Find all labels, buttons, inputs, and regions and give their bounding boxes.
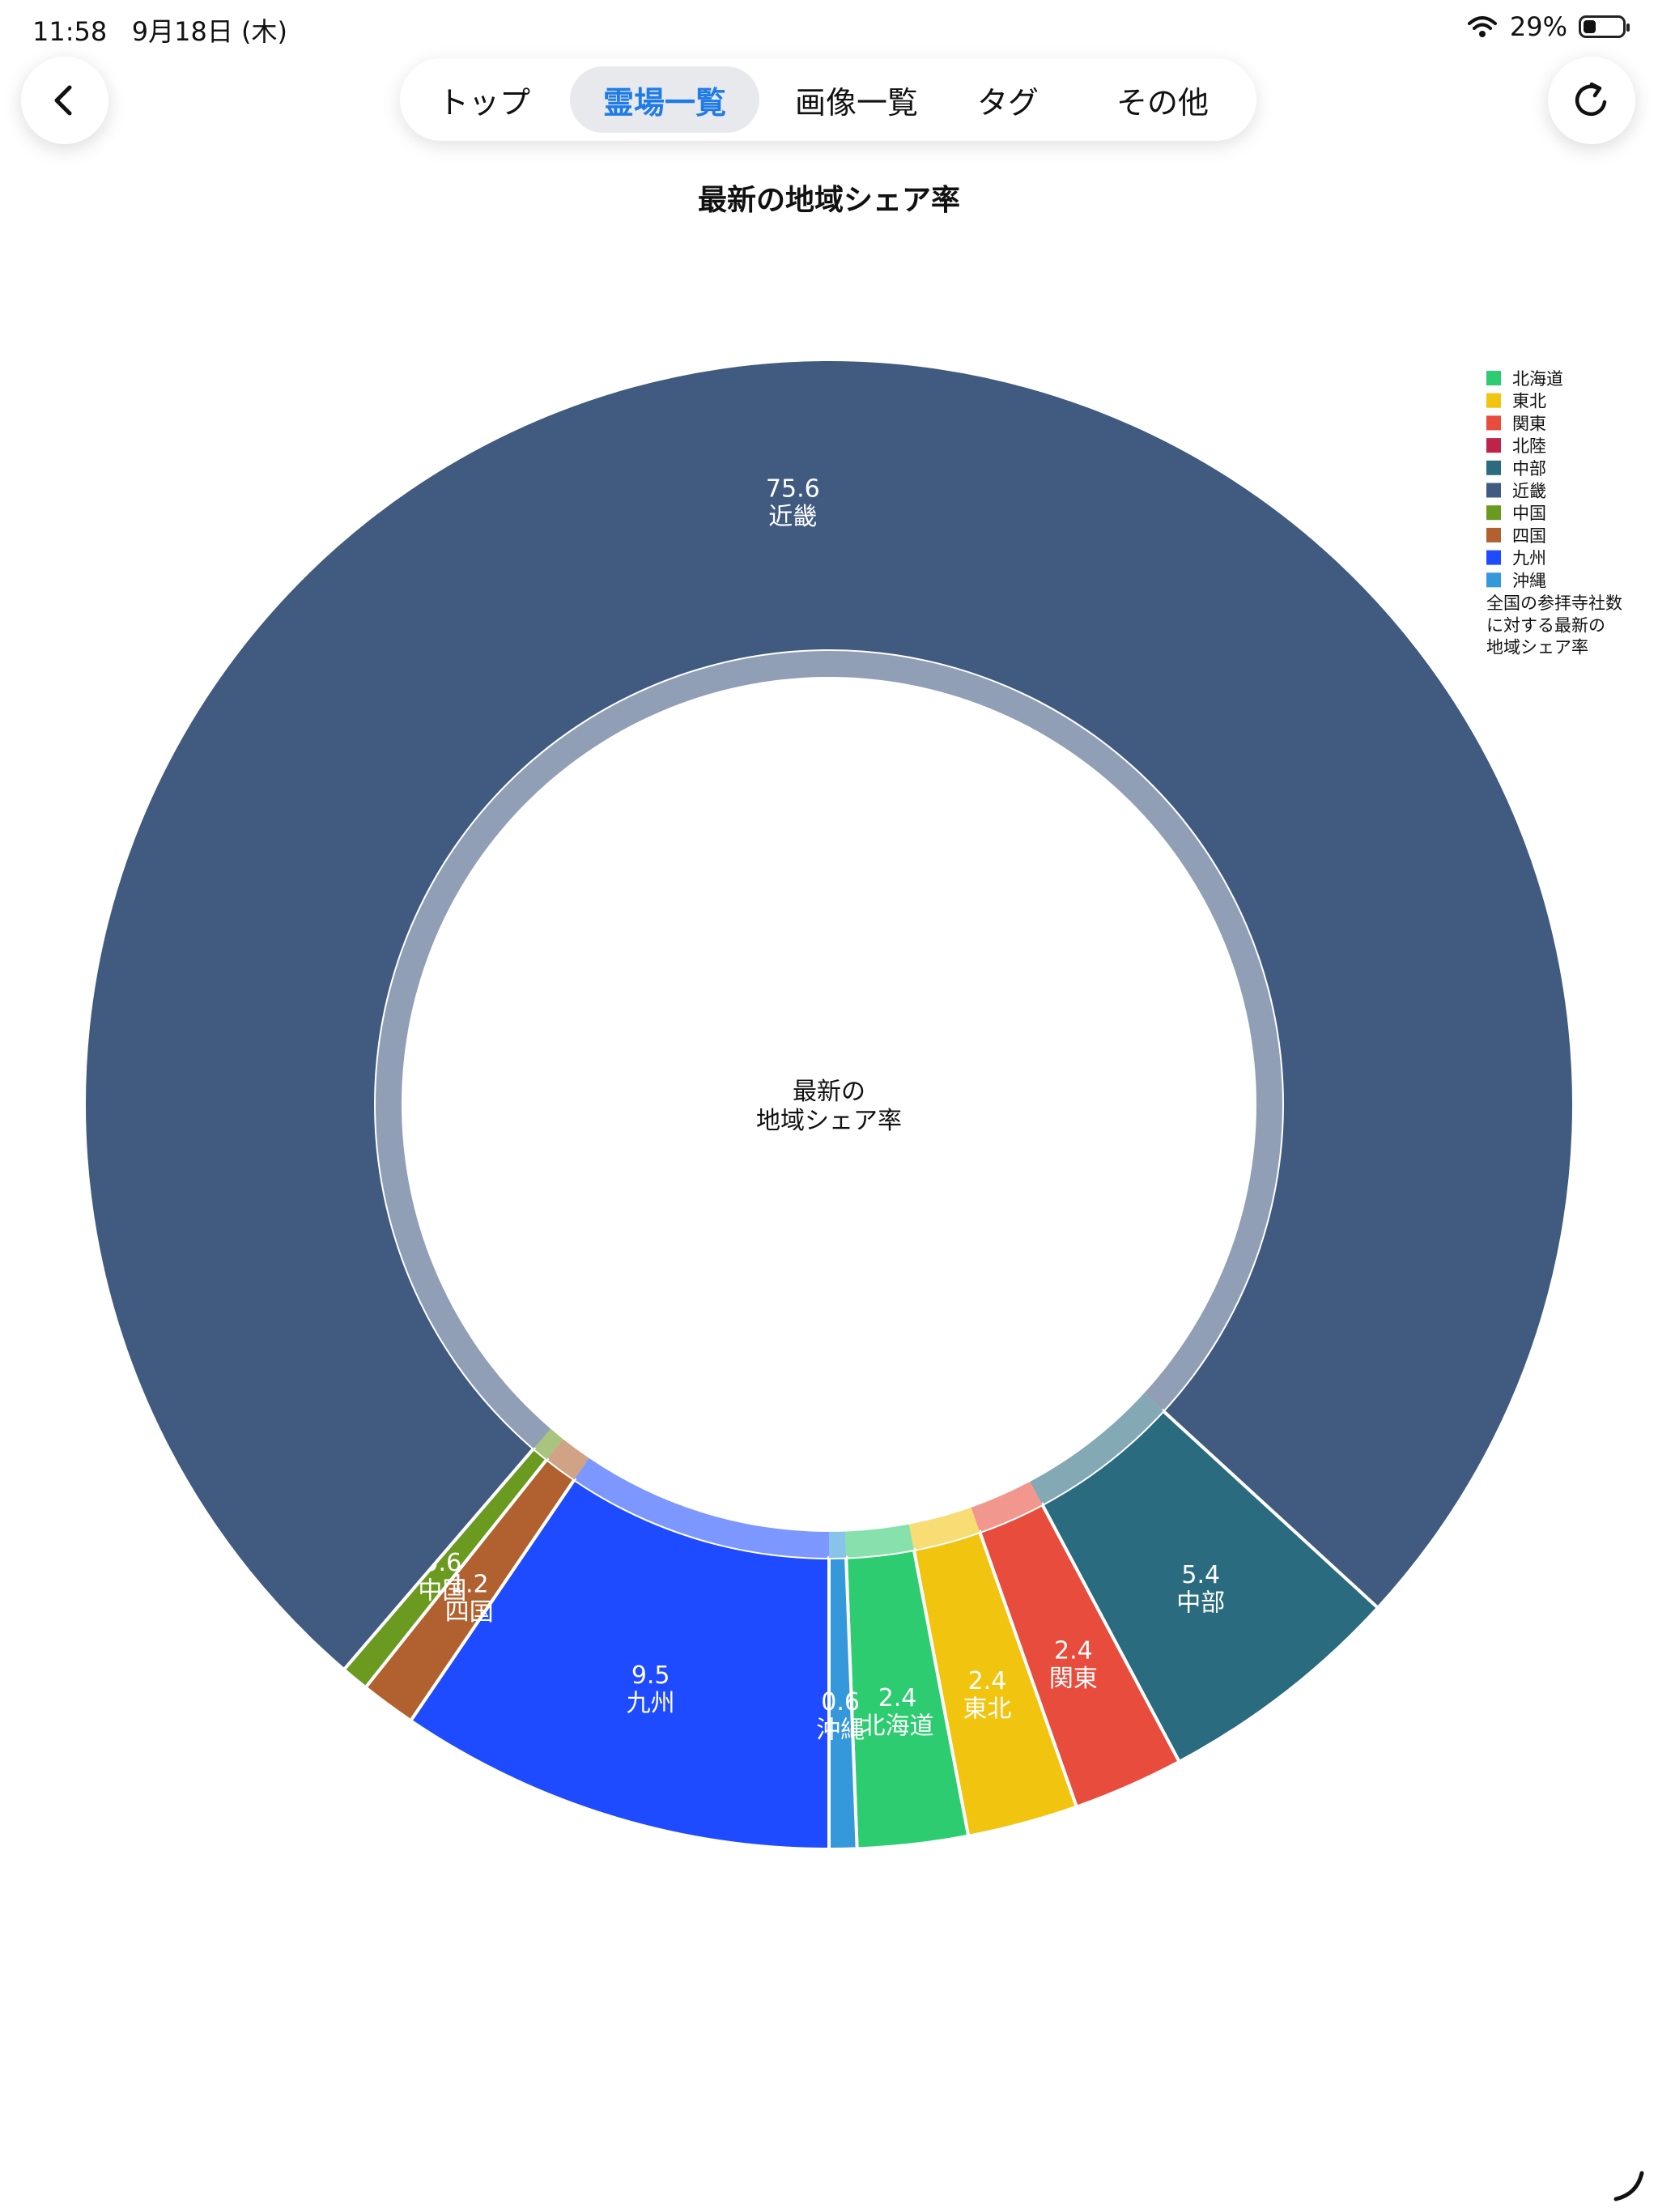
legend-swatch-東北 bbox=[1486, 393, 1501, 408]
legend-swatch-沖縄 bbox=[1486, 572, 1501, 588]
legend-label-北陸: 北陸 bbox=[1512, 436, 1546, 456]
legend-label-関東: 関東 bbox=[1512, 414, 1546, 433]
slice-近畿[interactable] bbox=[83, 358, 1576, 1672]
center-label: 最新の地域シェア率 bbox=[756, 1078, 902, 1135]
slice-label-東北: 2.4 東北 bbox=[963, 1667, 1011, 1724]
donut-chart: 9.5 九州1.2 四国0.6 中国75.6 近畿5.4 中部2.4 関東2.4 東北2.4 北… bbox=[83, 358, 1622, 1852]
legend-swatch-中国 bbox=[1486, 505, 1501, 521]
legend-label-沖縄: 沖縄 bbox=[1512, 571, 1546, 590]
resize-handle-icon bbox=[1613, 2171, 1644, 2201]
legend: 北海道東北関東北陸中部近畿中国四国九州沖縄全国の参拝寺社数に対する最新の地域シェ… bbox=[1486, 369, 1622, 657]
legend-swatch-九州 bbox=[1486, 550, 1501, 565]
legend-label-中国: 中国 bbox=[1512, 504, 1546, 523]
legend-label-中部: 中部 bbox=[1512, 459, 1546, 479]
legend-label-東北: 東北 bbox=[1512, 392, 1546, 411]
slice-label-関東: 2.4 関東 bbox=[1049, 1637, 1098, 1694]
slice-label-沖縄: 0.6 沖縄 bbox=[816, 1688, 865, 1745]
slice-inner-band-沖縄 bbox=[829, 1531, 847, 1558]
legend-swatch-関東 bbox=[1486, 415, 1501, 431]
legend-title: 全国の参拝寺社数に対する最新の地域シェア率 bbox=[1486, 593, 1622, 657]
slice-label-九州: 9.5 九州 bbox=[627, 1661, 675, 1718]
legend-swatch-四国 bbox=[1486, 527, 1501, 542]
slice-label-中部: 5.4 中部 bbox=[1176, 1561, 1225, 1618]
legend-swatch-北海道 bbox=[1486, 371, 1501, 385]
legend-label-四国: 四国 bbox=[1512, 526, 1546, 546]
legend-label-北海道: 北海道 bbox=[1512, 369, 1563, 389]
legend-swatch-北陸 bbox=[1486, 438, 1501, 453]
legend-swatch-近畿 bbox=[1486, 483, 1501, 498]
legend-swatch-中部 bbox=[1486, 460, 1501, 475]
slice-label-近畿: 75.6 近畿 bbox=[766, 474, 820, 531]
legend-label-九州: 九州 bbox=[1512, 549, 1546, 568]
legend-label-近畿: 近畿 bbox=[1512, 482, 1546, 501]
